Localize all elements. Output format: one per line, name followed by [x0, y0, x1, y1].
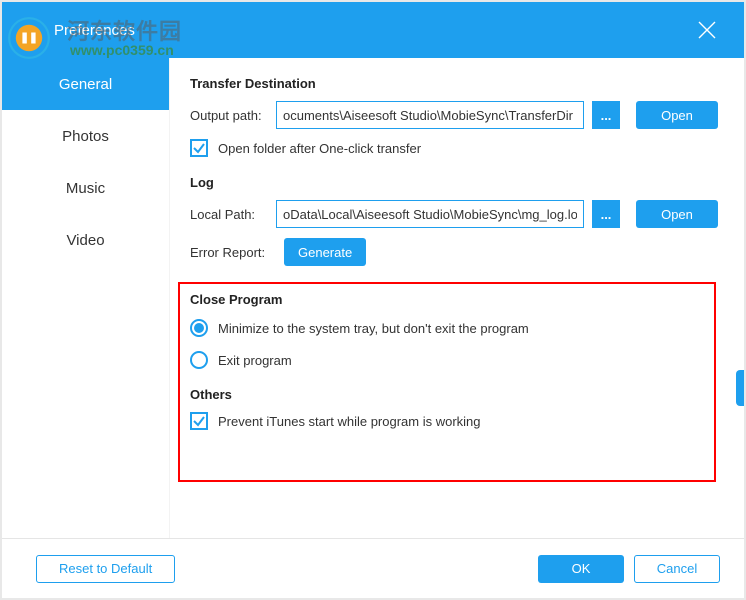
cancel-button[interactable]: Cancel: [634, 555, 720, 583]
radio-dot-icon: [194, 323, 204, 333]
watermark-logo: [7, 16, 51, 60]
check-icon: [192, 414, 206, 428]
local-path-input[interactable]: [276, 200, 584, 228]
open-folder-checkbox[interactable]: [190, 139, 208, 157]
sidebar-tab-general[interactable]: General: [2, 58, 169, 110]
error-report-label: Error Report:: [190, 245, 276, 260]
radio-exit-label: Exit program: [218, 353, 292, 368]
watermark-text-2: www.pc0359.cn: [70, 42, 174, 58]
open-folder-label: Open folder after One-click transfer: [218, 141, 421, 156]
section-heading-close: Close Program: [190, 292, 718, 307]
output-path-input[interactable]: [276, 101, 584, 129]
prevent-itunes-checkbox[interactable]: [190, 412, 208, 430]
ellipsis-icon: ...: [601, 207, 612, 222]
right-edge-tab: [736, 370, 744, 406]
section-heading-others: Others: [190, 387, 718, 402]
section-others: Others Prevent iTunes start while progra…: [190, 387, 718, 430]
ok-button[interactable]: OK: [538, 555, 624, 583]
sidebar-tab-video[interactable]: Video: [2, 214, 169, 266]
sidebar: General Photos Music Video: [2, 58, 170, 538]
check-icon: [192, 141, 206, 155]
sidebar-tab-label: Music: [66, 180, 105, 197]
sidebar-tab-photos[interactable]: Photos: [2, 110, 169, 162]
output-open-button[interactable]: Open: [636, 101, 718, 129]
log-browse-button[interactable]: ...: [592, 200, 620, 228]
sidebar-tab-music[interactable]: Music: [2, 162, 169, 214]
footer: Reset to Default OK Cancel: [2, 538, 744, 598]
generate-button[interactable]: Generate: [284, 238, 366, 266]
sidebar-tab-label: Video: [66, 232, 104, 249]
reset-to-default-button[interactable]: Reset to Default: [36, 555, 175, 583]
local-path-label: Local Path:: [190, 207, 268, 222]
section-heading-transfer: Transfer Destination: [190, 76, 718, 91]
ellipsis-icon: ...: [601, 108, 612, 123]
close-button[interactable]: [686, 2, 728, 58]
section-log: Log Local Path: ... Open Error Report: G…: [190, 175, 718, 266]
output-browse-button[interactable]: ...: [592, 101, 620, 129]
prevent-itunes-label: Prevent iTunes start while program is wo…: [218, 414, 481, 429]
radio-minimize-label: Minimize to the system tray, but don't e…: [218, 321, 529, 336]
section-transfer: Transfer Destination Output path: ... Op…: [190, 76, 718, 157]
radio-minimize[interactable]: [190, 319, 208, 337]
content-panel: Transfer Destination Output path: ... Op…: [170, 58, 744, 538]
section-heading-log: Log: [190, 175, 718, 190]
sidebar-tab-label: Photos: [62, 128, 109, 145]
log-open-button[interactable]: Open: [636, 200, 718, 228]
output-path-label: Output path:: [190, 108, 268, 123]
radio-exit[interactable]: [190, 351, 208, 369]
sidebar-tab-label: General: [59, 76, 112, 93]
main-area: General Photos Music Video Transfer Dest…: [2, 58, 744, 538]
section-close-program: Close Program Minimize to the system tra…: [190, 292, 718, 369]
